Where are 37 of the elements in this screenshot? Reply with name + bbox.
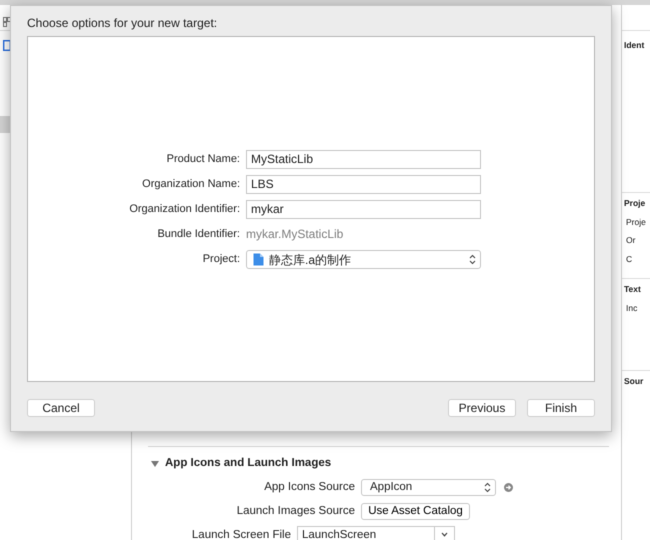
text-field[interactable]: LBS xyxy=(246,175,481,194)
app-icons-popup[interactable]: AppIcon xyxy=(361,478,496,496)
inspector-label: C xyxy=(625,253,634,266)
dialog-button[interactable]: Previous xyxy=(448,399,516,417)
dialog-title: Choose options for your new target: xyxy=(27,15,218,32)
stepper-icon xyxy=(484,482,491,493)
combo-field[interactable]: LaunchScreen xyxy=(297,526,455,540)
field-label: Product Name: xyxy=(166,152,240,167)
inspector-heading: Ident xyxy=(623,39,646,52)
inspector-label: Inc xyxy=(625,302,638,314)
field-label: Organization Name: xyxy=(141,177,240,192)
field-label: Bundle Identifier: xyxy=(156,227,240,242)
file-icon[interactable] xyxy=(3,40,11,52)
dialog-button[interactable]: Finish xyxy=(527,399,595,417)
field-value: mykar.MyStaticLib xyxy=(246,226,344,243)
text-field[interactable]: MyStaticLib xyxy=(246,150,481,169)
text-field[interactable]: mykar xyxy=(246,200,481,219)
inspector-heading: Sour xyxy=(622,370,650,388)
setting-label: Launch Images Source xyxy=(236,504,356,519)
inspector-heading: Proje xyxy=(622,192,650,210)
inspector-label: Or xyxy=(625,234,636,247)
field-label: Organization Identifier: xyxy=(128,202,240,217)
project-file-icon xyxy=(253,253,264,266)
asset-catalog-button[interactable]: Use Asset Catalog xyxy=(361,502,470,520)
disclosure-triangle-icon[interactable] xyxy=(151,460,159,468)
setting-label: App Icons Source xyxy=(263,480,356,495)
section-title: App Icons and Launch Images xyxy=(165,456,332,471)
grid-icon[interactable] xyxy=(3,16,11,27)
field-label: Project: xyxy=(202,252,240,267)
chevron-down-icon xyxy=(441,532,448,538)
dialog-button[interactable]: Cancel xyxy=(27,399,95,417)
stepper-icon xyxy=(469,254,476,265)
setting-label: Launch Screen File xyxy=(190,528,292,540)
inspector-label: Proje xyxy=(625,216,647,228)
project-popup[interactable]: 静态库.a的制作 xyxy=(246,250,481,269)
inspector-heading: Text xyxy=(622,278,650,296)
arrow-circle-icon[interactable] xyxy=(504,482,513,492)
